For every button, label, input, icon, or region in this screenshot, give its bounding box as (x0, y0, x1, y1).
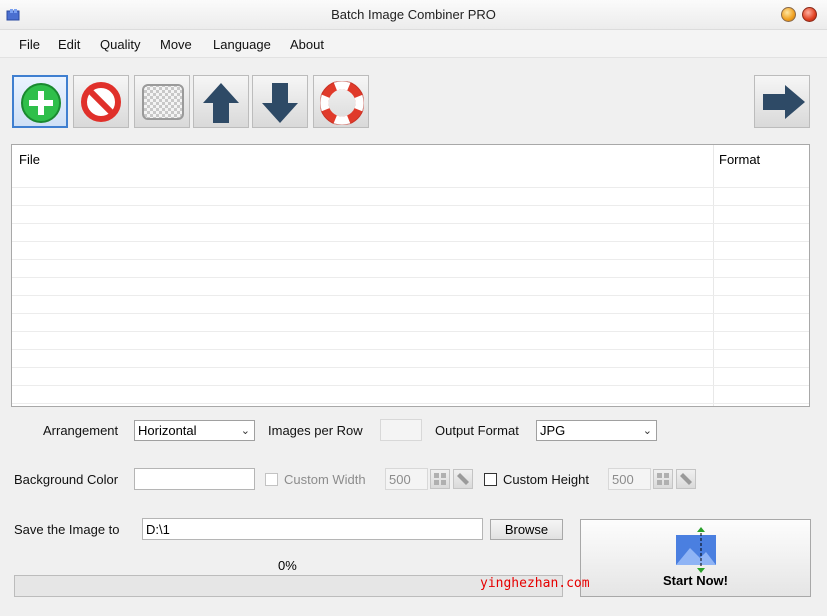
column-format[interactable]: Format (719, 152, 760, 167)
menu-bar: File Edit Quality Move Language About (0, 30, 827, 58)
clear-list-button[interactable] (134, 75, 190, 128)
list-gridline (12, 331, 809, 332)
move-up-icon (203, 83, 239, 123)
list-gridline (12, 403, 809, 404)
grid-icon (434, 473, 446, 485)
images-per-row-input[interactable] (380, 419, 422, 441)
remove-image-button[interactable] (73, 75, 129, 128)
minimize-button[interactable] (781, 7, 796, 22)
list-gridline (12, 259, 809, 260)
watermark-text: yinghezhan.com (480, 576, 590, 591)
output-format-select[interactable]: JPG ⌄ (536, 420, 657, 441)
menu-file[interactable]: File (19, 37, 40, 52)
add-icon (21, 83, 61, 123)
height-edit-button[interactable] (676, 469, 696, 489)
arrangement-select[interactable]: Horizontal ⌄ (134, 420, 255, 441)
list-gridline (12, 295, 809, 296)
custom-height-input[interactable]: 500 (608, 468, 651, 490)
height-grid-button[interactable] (653, 469, 673, 489)
list-gridline (12, 313, 809, 314)
list-gridline (12, 241, 809, 242)
custom-width-checkbox[interactable] (265, 473, 278, 486)
list-gridline (12, 385, 809, 386)
next-button[interactable] (754, 75, 810, 128)
save-path-input[interactable]: D:\1 (142, 518, 483, 540)
file-list[interactable]: File Format (11, 144, 810, 407)
custom-height-checkbox[interactable] (484, 473, 497, 486)
width-edit-button[interactable] (453, 469, 473, 489)
chevron-down-icon: ⌄ (240, 425, 250, 437)
custom-width-input[interactable]: 500 (385, 468, 428, 490)
menu-edit[interactable]: Edit (58, 37, 80, 52)
grid-icon (657, 473, 669, 485)
arrangement-value: Horizontal (138, 423, 197, 438)
background-color-label: Background Color (14, 472, 119, 487)
output-format-label: Output Format (435, 423, 519, 438)
next-arrow-icon (763, 85, 805, 119)
remove-icon (81, 82, 121, 122)
help-button[interactable] (313, 75, 369, 128)
start-now-button[interactable]: Start Now! (580, 519, 811, 597)
move-up-button[interactable] (193, 75, 249, 128)
pencil-icon (680, 473, 692, 485)
background-color-field[interactable] (134, 468, 255, 490)
custom-width-label: Custom Width (284, 472, 366, 487)
menu-about[interactable]: About (290, 37, 324, 52)
add-images-button[interactable] (12, 75, 68, 128)
help-icon (320, 81, 364, 125)
move-down-button[interactable] (252, 75, 308, 128)
move-down-icon (262, 83, 298, 123)
images-per-row-label: Images per Row (268, 423, 363, 438)
clear-icon (142, 84, 184, 120)
menu-language[interactable]: Language (213, 37, 271, 52)
combine-images-icon (676, 527, 716, 573)
file-list-header: File Format (12, 145, 809, 171)
close-button[interactable] (802, 7, 817, 22)
pencil-icon (457, 473, 469, 485)
width-grid-button[interactable] (430, 469, 450, 489)
list-gridline (12, 205, 809, 206)
arrangement-label: Arrangement (43, 423, 119, 438)
list-gridline (12, 223, 809, 224)
custom-height-label: Custom Height (503, 472, 589, 487)
menu-move[interactable]: Move (160, 37, 192, 52)
browse-button[interactable]: Browse (490, 519, 563, 540)
start-now-label: Start Now! (663, 573, 728, 588)
output-format-value: JPG (540, 423, 566, 438)
window-title: Batch Image Combiner PRO (331, 7, 496, 22)
column-file[interactable]: File (19, 152, 40, 167)
list-gridline (12, 187, 809, 188)
menu-quality[interactable]: Quality (100, 37, 140, 52)
list-gridline (12, 367, 809, 368)
chevron-down-icon: ⌄ (642, 425, 652, 437)
progress-percent: 0% (278, 558, 297, 573)
save-to-label: Save the Image to (14, 522, 120, 537)
list-gridline (12, 277, 809, 278)
list-gridline (12, 349, 809, 350)
title-bar: Batch Image Combiner PRO (0, 0, 827, 30)
